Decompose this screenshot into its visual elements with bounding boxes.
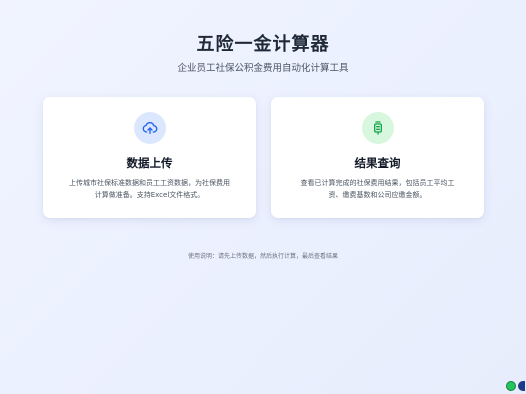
upload-card-title: 数据上传 — [126, 156, 173, 170]
result-query-card-description: 查看已计算完成的社保费用结果，包括员工平均工 资、缴费基数和公司应缴金额。 — [285, 177, 470, 201]
result-query-card-title: 结果查询 — [354, 156, 401, 170]
upload-card-description-line-2: 计算做准备。支持Excel文件格式。 — [94, 191, 205, 199]
upload-cloud-icon — [134, 112, 166, 144]
page-title: 五险一金计算器 — [196, 34, 330, 55]
result-query-card-description-line-1: 查看已计算完成的社保费用结果，包括员工平均工 — [300, 179, 455, 187]
usage-instructions: 使用说明：请先上传数据，然后执行计算，最后查看结果 — [187, 253, 338, 260]
result-query-card[interactable]: 结果查询 查看已计算完成的社保费用结果，包括员工平均工 资、缴费基数和公司应缴金… — [271, 97, 484, 218]
status-dot-icon — [506, 381, 516, 391]
badge-tab-icon — [518, 381, 525, 391]
result-query-card-description-line-2: 资、缴费基数和公司应缴金额。 — [328, 191, 427, 199]
upload-card-description: 上传城市社保标准数据和员工工资数据，为社保费用 计算做准备。支持Excel文件格… — [57, 177, 242, 201]
upload-card-description-line-1: 上传城市社保标准数据和员工工资数据，为社保费用 — [69, 179, 230, 187]
result-query-icon — [362, 112, 394, 144]
page-subtitle: 企业员工社保公积金费用自动化计算工具 — [177, 63, 349, 74]
upload-card[interactable]: 数据上传 上传城市社保标准数据和员工工资数据，为社保费用 计算做准备。支持Exc… — [43, 97, 256, 218]
corner-badge[interactable] — [506, 380, 526, 392]
